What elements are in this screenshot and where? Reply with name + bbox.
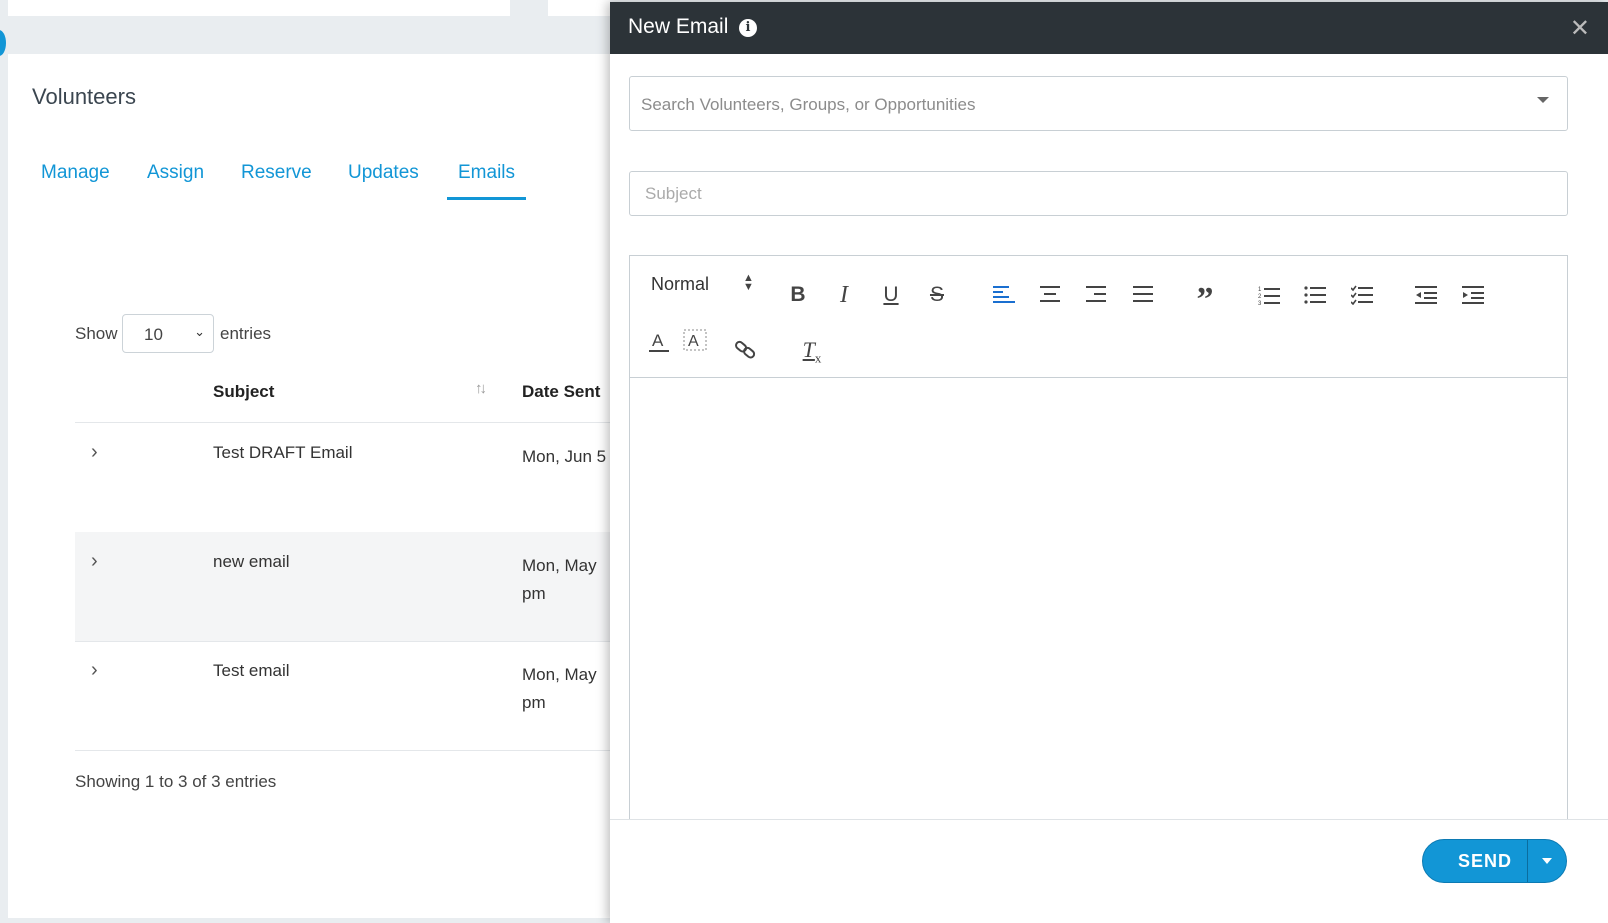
checklist-icon [1350, 285, 1373, 306]
column-header-date-sent[interactable]: Date Sent [522, 382, 600, 402]
link-icon [735, 340, 756, 359]
svg-text:3: 3 [1258, 301, 1262, 305]
text-color-button[interactable]: A [645, 327, 675, 357]
row-subject: new email [213, 552, 290, 571]
align-right-button[interactable] [1079, 280, 1109, 310]
rich-text-editor: Normal ▲ ▼ B I U S ” 1 2 3 A A Tx [629, 255, 1568, 835]
tab-emails[interactable]: Emails [446, 162, 527, 200]
table-row[interactable]: › Test email Mon, May pm [75, 641, 610, 751]
bullet-list-button[interactable] [1300, 280, 1330, 310]
align-center-icon [1040, 286, 1060, 302]
table-row[interactable]: › new email Mon, May pm [75, 532, 610, 642]
outdent-icon [1415, 286, 1437, 304]
italic-button[interactable]: I [829, 280, 859, 310]
modal-footer: SEND [610, 819, 1608, 923]
bold-button[interactable]: B [783, 280, 813, 310]
volunteers-panel: Volunteers Manage Assign Reserve Updates… [8, 54, 610, 918]
side-indicator [0, 30, 6, 56]
editor-body[interactable] [630, 378, 1567, 834]
format-value: Normal [651, 274, 710, 294]
blockquote-button[interactable]: ” [1190, 280, 1220, 318]
chevron-down-icon: ⌄ [194, 324, 205, 339]
recipients-select[interactable]: Search Volunteers, Groups, or Opportunit… [629, 76, 1568, 131]
column-header-subject[interactable]: Subject [213, 382, 274, 402]
align-justify-button[interactable] [1126, 280, 1156, 310]
send-button[interactable]: SEND [1422, 839, 1567, 883]
editor-toolbar: Normal ▲ ▼ B I U S ” 1 2 3 A A Tx [630, 256, 1567, 378]
subject-input[interactable] [629, 171, 1568, 216]
link-button[interactable] [731, 335, 761, 365]
row-subject: Test DRAFT Email [213, 443, 353, 462]
outdent-button[interactable] [1411, 280, 1441, 310]
recipients-placeholder: Search Volunteers, Groups, or Opportunit… [641, 95, 976, 114]
close-icon[interactable]: ✕ [1570, 14, 1590, 43]
send-options-caret-icon[interactable] [1542, 858, 1552, 864]
tab-reserve[interactable]: Reserve [241, 162, 312, 184]
row-date-sent: Mon, May pm [522, 556, 597, 603]
info-icon[interactable]: i [739, 19, 757, 37]
text-color-icon: A [649, 331, 669, 352]
svg-text:1: 1 [1258, 287, 1262, 293]
align-left-icon [993, 286, 1015, 303]
sort-icon[interactable]: ↑↓ [475, 380, 487, 397]
chevron-right-icon[interactable]: › [91, 550, 98, 573]
new-email-modal: New Email i ✕ Search Volunteers, Groups,… [610, 2, 1608, 923]
highlight-icon: A [683, 329, 707, 351]
checklist-button[interactable] [1347, 280, 1377, 310]
sort-arrows-icon: ▲ ▼ [743, 272, 754, 293]
page-title: Volunteers [32, 84, 136, 109]
caret-down-icon [1537, 97, 1549, 103]
align-center-button[interactable] [1033, 280, 1063, 310]
top-bar-segment [8, 0, 510, 16]
tab-manage[interactable]: Manage [41, 162, 110, 184]
entries-label: entries [220, 324, 272, 343]
modal-header: New Email i ✕ [610, 2, 1608, 54]
indent-button[interactable] [1458, 280, 1488, 310]
svg-text:2: 2 [1258, 294, 1262, 300]
indent-icon [1462, 286, 1484, 304]
entries-select[interactable]: 10 ⌄ [122, 314, 214, 353]
entries-value: 10 [144, 325, 163, 344]
strikethrough-button[interactable]: S [922, 280, 952, 310]
top-bar-segment [548, 0, 610, 16]
ordered-list-icon: 1 2 3 [1258, 287, 1280, 307]
bullet-list-icon [1304, 286, 1326, 304]
row-subject: Test email [213, 661, 290, 680]
svg-text:A: A [652, 331, 664, 350]
underline-button[interactable]: U [876, 280, 906, 310]
table-info: Showing 1 to 3 of 3 entries [75, 772, 277, 791]
clear-format-icon: Tx [802, 337, 822, 366]
clear-format-button[interactable]: Tx [797, 335, 827, 365]
chevron-right-icon[interactable]: › [91, 441, 98, 464]
modal-title: New Email [628, 15, 729, 38]
svg-text:A: A [688, 333, 699, 350]
align-left-button[interactable] [986, 280, 1016, 310]
show-label: Show [75, 324, 118, 343]
format-select[interactable]: Normal ▲ ▼ [651, 273, 754, 295]
align-justify-icon [1133, 286, 1153, 302]
row-date-sent: Mon, Jun 5 [522, 447, 607, 466]
tab-updates[interactable]: Updates [348, 162, 419, 184]
background-color-button[interactable]: A [680, 327, 710, 357]
align-right-icon [1086, 286, 1106, 302]
row-date-sent: Mon, May pm [522, 665, 597, 712]
ordered-list-button[interactable]: 1 2 3 [1254, 280, 1284, 310]
send-label: SEND [1457, 851, 1512, 871]
table-row[interactable]: › Test DRAFT Email Mon, Jun 5 [75, 423, 610, 533]
tab-assign[interactable]: Assign [147, 162, 204, 184]
send-divider [1527, 840, 1528, 882]
chevron-right-icon[interactable]: › [91, 659, 98, 682]
top-strip [0, 0, 610, 56]
